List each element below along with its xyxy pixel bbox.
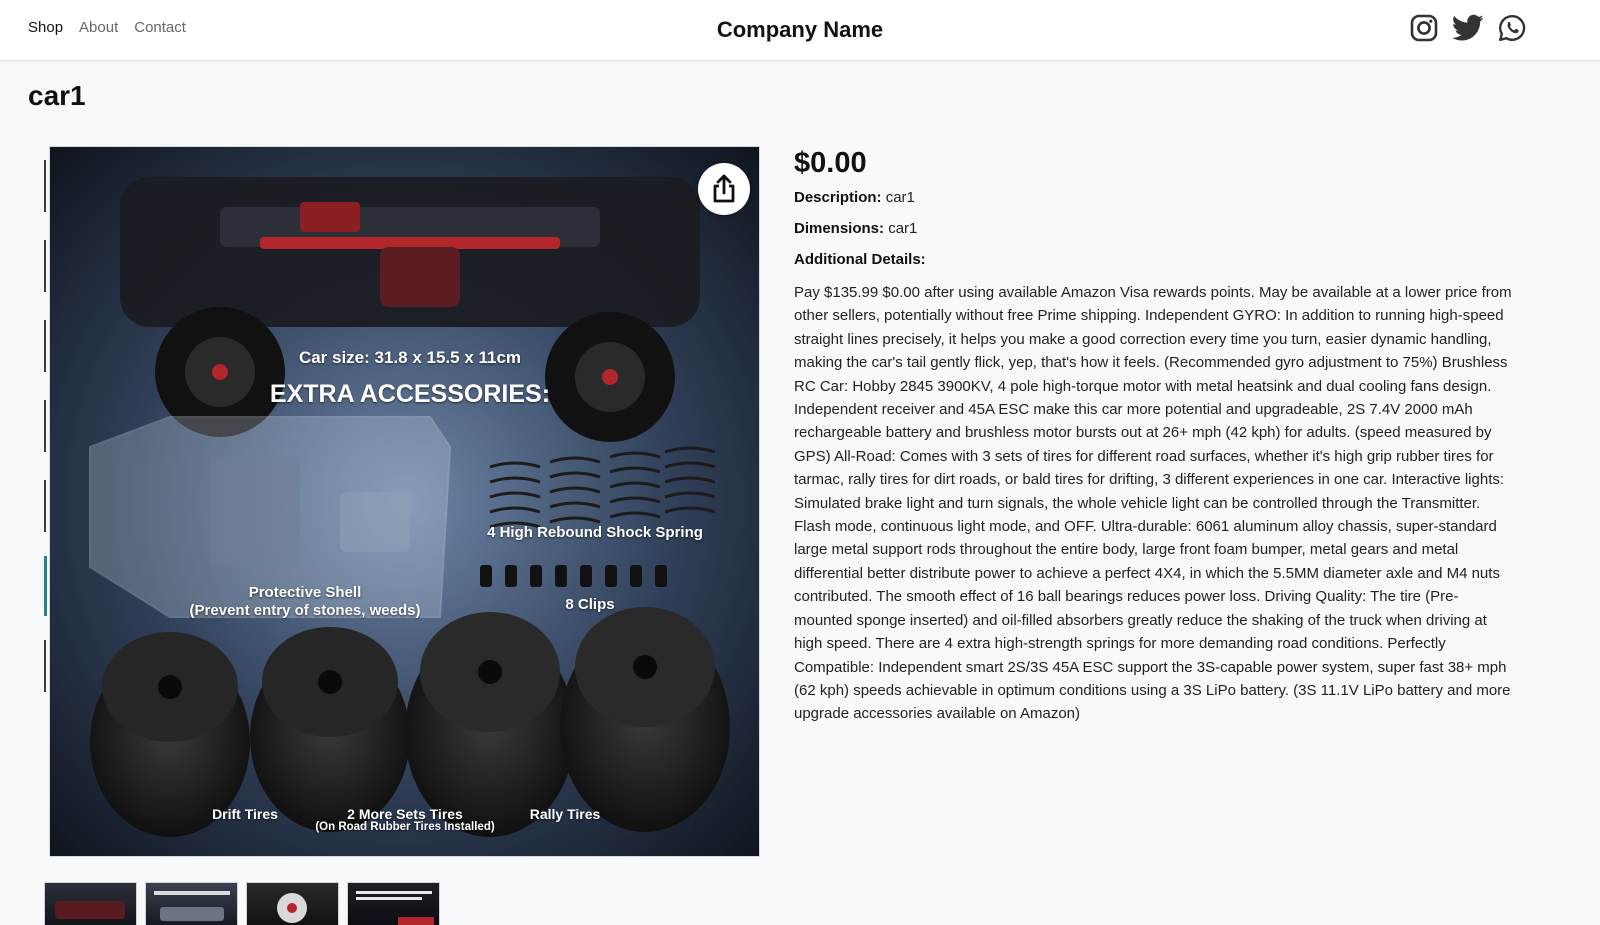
description-label: Description:	[794, 189, 882, 206]
dimensions-row: Dimensions: car1	[794, 219, 1514, 239]
additional-details-row: Additional Details:	[794, 250, 1514, 270]
overlay-shell-line1: Protective Shell	[248, 584, 362, 601]
description-row: Description: car1	[794, 188, 1514, 208]
share-icon	[713, 174, 735, 203]
nav-link-about[interactable]: About	[79, 19, 118, 36]
overlay-drift-tires: Drift Tires	[212, 806, 278, 822]
product-photo	[50, 147, 759, 856]
social-links	[1408, 12, 1528, 44]
product-title: car1	[28, 80, 86, 111]
product-gallery: Car size: 31.8 x 15.5 x 11cm EXTRA ACCES…	[44, 146, 760, 860]
overlay-car-size: Car size: 31.8 x 15.5 x 11cm	[298, 348, 522, 367]
product-price: $0.00	[794, 147, 867, 179]
nav-link-shop[interactable]: Shop	[28, 19, 63, 36]
overlay-extra-accessories: EXTRA ACCESSORIES:	[269, 380, 551, 408]
product-main-image[interactable]: Car size: 31.8 x 15.5 x 11cm EXTRA ACCES…	[49, 146, 760, 857]
additional-details-text: Pay $135.99 $0.00 after using available …	[794, 284, 1512, 723]
product-details: $0.00 Description: car1 Dimensions: car1…	[794, 144, 1514, 726]
thumbnail-3[interactable]	[246, 882, 339, 925]
thumbnail-2[interactable]	[145, 882, 238, 925]
main-nav: Shop About Contact	[28, 19, 186, 36]
overlay-springs: 4 High Rebound Shock Spring	[487, 524, 703, 541]
overlay-more-sets-line1: 2 More Sets Tires	[347, 806, 463, 822]
thumbnail-1[interactable]	[44, 882, 137, 925]
additional-details-label: Additional Details:	[794, 251, 926, 268]
instagram-icon[interactable]	[1408, 12, 1440, 44]
dimensions-value: car1	[888, 220, 918, 237]
overlay-shell-line2: (Prevent entry of stones, weeds)	[189, 602, 421, 619]
previous-image-edge[interactable]	[44, 160, 48, 840]
overlay-rally-tires: Rally Tires	[529, 806, 601, 822]
nav-link-contact[interactable]: Contact	[134, 19, 186, 36]
dimensions-label: Dimensions:	[794, 220, 885, 237]
brand-name: Company Name	[716, 17, 884, 42]
thumbnail-strip	[44, 882, 440, 925]
thumbnail-4[interactable]	[347, 882, 440, 925]
whatsapp-icon[interactable]	[1496, 12, 1528, 44]
share-button[interactable]	[698, 163, 750, 215]
top-navbar: Shop About Contact Company Name	[0, 0, 1600, 61]
description-value: car1	[885, 189, 915, 206]
overlay-clips: 8 Clips	[565, 596, 615, 613]
twitter-icon[interactable]	[1452, 12, 1484, 44]
overlay-more-sets-line2: (On Road Rubber Tires Installed)	[315, 821, 495, 833]
